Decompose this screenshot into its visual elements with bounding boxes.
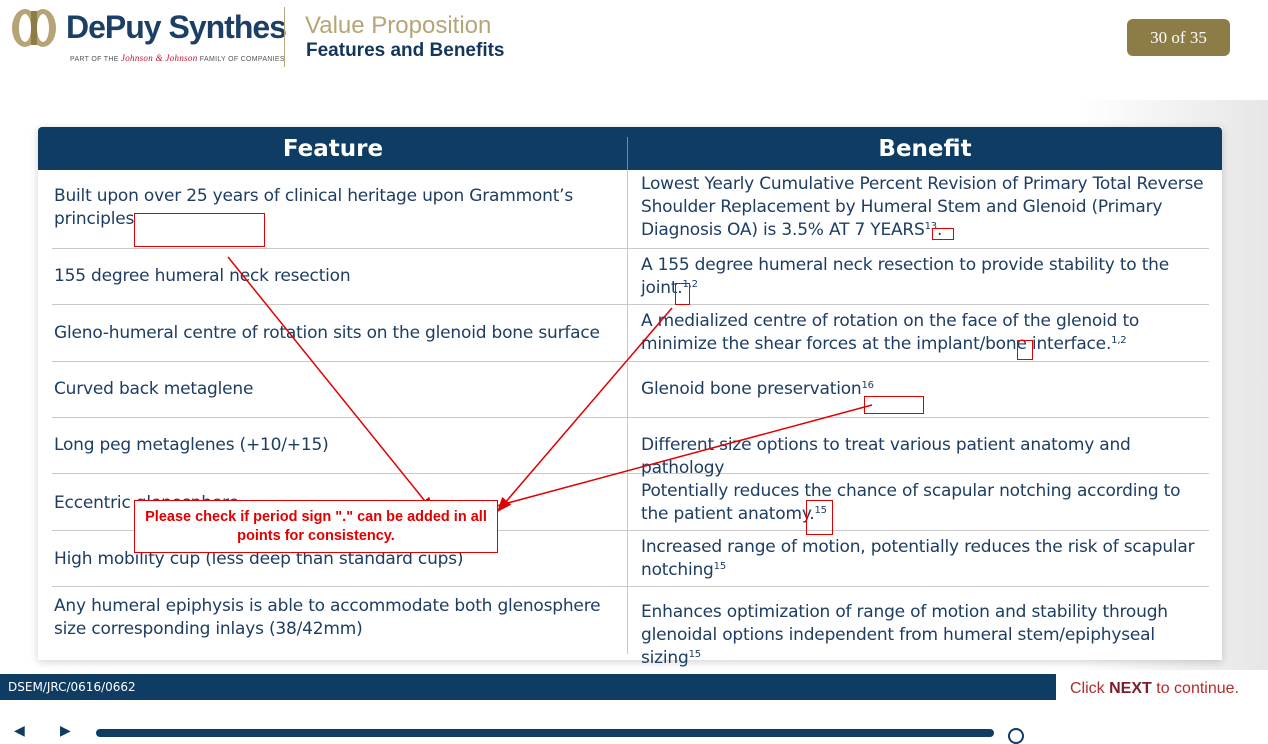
review-comment[interactable]: Please check if period sign "." can be a… xyxy=(134,500,498,553)
progress-bar[interactable] xyxy=(96,729,994,737)
next-arrow-icon[interactable]: ▶ xyxy=(60,724,74,738)
next-pre: Click xyxy=(1070,680,1105,697)
document-code: DSEM/JRC/0616/0662 xyxy=(8,680,136,694)
previous-arrow-icon[interactable]: ◀ xyxy=(14,724,28,738)
next-instruction: Click NEXT to continue. xyxy=(1070,680,1239,698)
annotation-arrow xyxy=(227,256,434,513)
next-post: to continue. xyxy=(1156,680,1239,697)
annotation-arrow xyxy=(497,307,673,513)
annotation-arrow xyxy=(476,404,873,514)
next-link[interactable]: NEXT xyxy=(1109,680,1152,697)
annotation-arrows xyxy=(227,256,873,514)
help-icon[interactable] xyxy=(1008,728,1024,744)
footer-bar: DSEM/JRC/0616/0662 xyxy=(0,674,1056,700)
